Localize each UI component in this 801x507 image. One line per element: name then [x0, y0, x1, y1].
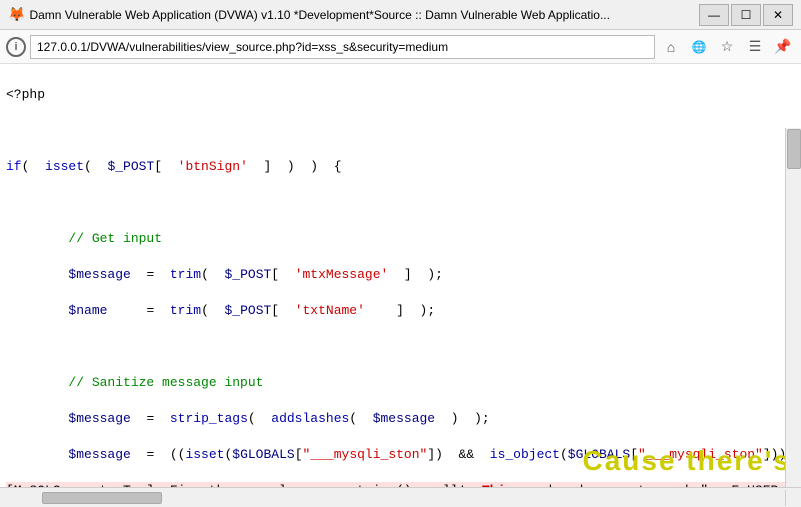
window-title: Damn Vulnerable Web Application (DVWA) v…	[29, 8, 699, 22]
pin-icon[interactable]: 📌	[771, 35, 795, 59]
browser-favicon: 🦊	[8, 6, 25, 23]
nav-icons: ⌂ 🌐 ☆ ☰ 📌	[659, 35, 795, 59]
bottom-bar	[0, 487, 801, 507]
source-code: <?php if( isset( $_POST[ 'btnSign' ] ) )…	[0, 64, 801, 487]
vertical-scrollbar-thumb[interactable]	[787, 129, 801, 169]
code-line-5: // Get input	[6, 230, 795, 248]
code-line-3: if( isset( $_POST[ 'btnSign' ] ) ) {	[6, 158, 795, 176]
code-line-2	[6, 122, 795, 140]
vertical-scrollbar[interactable]	[785, 128, 801, 487]
window-controls: — ☐ ✕	[699, 4, 793, 26]
code-line-9: // Sanitize message input	[6, 374, 795, 392]
menu-icon[interactable]: ☰	[743, 35, 767, 59]
code-line-1: <?php	[6, 86, 795, 104]
code-line-6: $message = trim( $_POST[ 'mtxMessage' ] …	[6, 266, 795, 284]
watermark-text: Cause there's	[582, 445, 791, 477]
code-line-7: $name = trim( $_POST[ 'txtName' ] );	[6, 302, 795, 320]
scrollbar-corner	[785, 490, 801, 506]
title-bar: 🦊 Damn Vulnerable Web Application (DVWA)…	[0, 0, 801, 30]
globe-icon[interactable]: 🌐	[687, 35, 711, 59]
maximize-button[interactable]: ☐	[731, 4, 761, 26]
minimize-button[interactable]: —	[699, 4, 729, 26]
horizontal-scrollbar[interactable]	[0, 490, 785, 506]
code-line-10: $message = strip_tags( addslashes( $mess…	[6, 410, 795, 428]
close-button[interactable]: ✕	[763, 4, 793, 26]
code-area: <?php if( isset( $_POST[ 'btnSign' ] ) )…	[0, 64, 801, 487]
page-info-icon[interactable]: i	[6, 37, 26, 57]
bookmark-icon[interactable]: ☆	[715, 35, 739, 59]
url-input[interactable]	[30, 35, 655, 59]
horizontal-scrollbar-thumb[interactable]	[42, 492, 162, 504]
address-bar: i ⌂ 🌐 ☆ ☰ 📌	[0, 30, 801, 64]
code-line-8	[6, 338, 795, 356]
home-icon[interactable]: ⌂	[659, 35, 683, 59]
code-line-4	[6, 194, 795, 212]
